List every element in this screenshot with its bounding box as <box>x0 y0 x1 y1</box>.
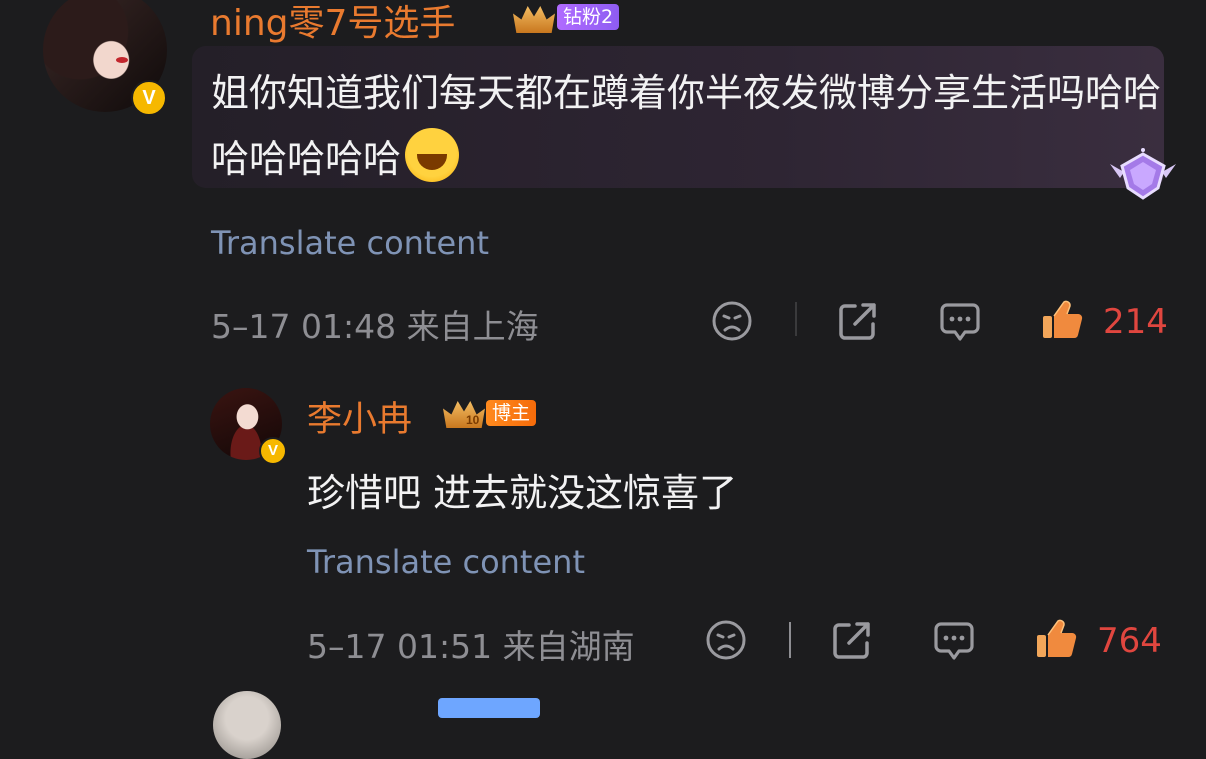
comment-text: 姐你知道我们每天都在蹲着你半夜发微博分享生活吗哈哈哈哈哈哈哈 <box>211 71 1162 182</box>
verified-badge-icon: V <box>131 80 167 116</box>
comment-icon[interactable] <box>933 620 975 662</box>
like-count: 764 <box>1097 621 1162 661</box>
next-replier-avatar[interactable] <box>213 691 281 759</box>
action-divider <box>795 302 797 336</box>
replier-username[interactable]: 李小冉 <box>307 391 412 442</box>
verified-badge-icon: V <box>259 437 287 465</box>
crown-level: 10 <box>466 413 480 427</box>
share-icon[interactable] <box>831 619 873 661</box>
thumbs-up-icon[interactable] <box>1040 298 1084 342</box>
blogger-tag[interactable]: 博主 <box>486 400 537 426</box>
comment-meta: 5–17 01:48 来自上海 <box>211 307 539 346</box>
next-replier-tag[interactable] <box>438 698 540 718</box>
reply-text: 珍惜吧 进去就没这惊喜了 <box>307 471 738 515</box>
commenter-username[interactable]: ning零7号选手 <box>210 0 455 46</box>
thumbs-up-icon[interactable] <box>1034 617 1078 661</box>
like-count: 214 <box>1103 302 1168 342</box>
action-divider <box>789 622 791 658</box>
translate-link[interactable]: Translate content <box>307 543 585 581</box>
fan-level-tag[interactable]: 钻粉2 <box>557 4 620 30</box>
dislike-face-icon[interactable] <box>711 300 753 342</box>
dislike-face-icon[interactable] <box>705 619 747 661</box>
comment-icon[interactable] <box>939 301 981 343</box>
laughing-emoji-icon <box>405 128 460 182</box>
crown-badge-icon <box>513 6 555 33</box>
share-icon[interactable] <box>837 300 879 342</box>
translate-link[interactable]: Translate content <box>211 224 489 262</box>
reply-meta: 5–17 01:51 来自湖南 <box>307 627 635 666</box>
diamond-badge-icon <box>1110 148 1176 200</box>
